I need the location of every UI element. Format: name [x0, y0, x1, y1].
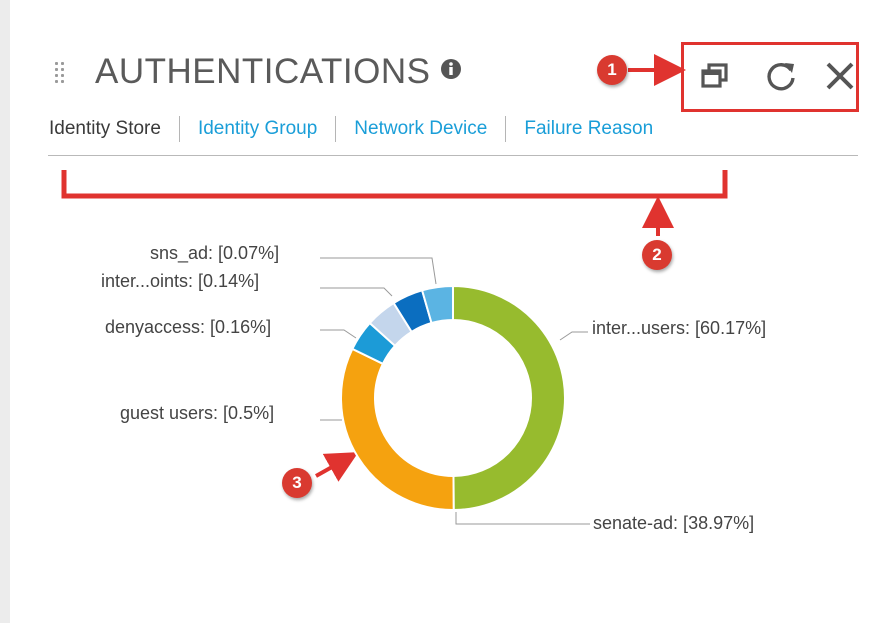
chart-label: sns_ad: [0.07%]: [150, 243, 280, 263]
label-leader-line: [559, 331, 588, 341]
donut-slice[interactable]: [340, 347, 455, 511]
chart-label: guest users: [0.5%]: [120, 403, 275, 423]
chart-label: denyaccess: [0.16%]: [105, 317, 272, 337]
label-leader-line: [320, 257, 437, 285]
chart-label: inter...oints: [0.14%]: [101, 271, 260, 291]
label-leader-line: [320, 287, 393, 297]
chart-label: senate-ad: [38.97%]: [593, 513, 755, 533]
label-leader-line: [455, 512, 590, 525]
donut-slice[interactable]: [452, 284, 567, 512]
chart-label: inter...users: [60.17%]: [592, 318, 767, 338]
label-leader-line: [320, 329, 357, 339]
